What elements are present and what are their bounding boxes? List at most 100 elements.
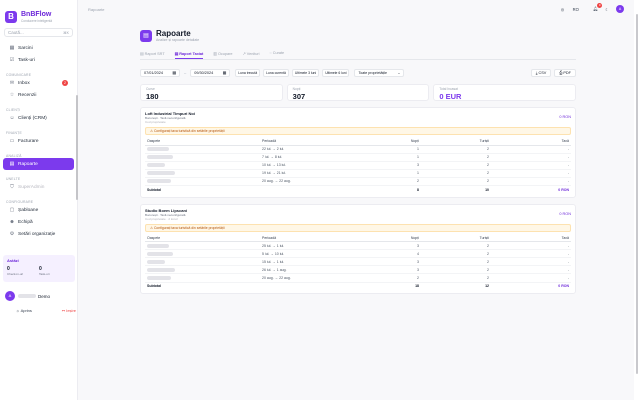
subtotal-label: Subtotal <box>147 187 161 192</box>
team-icon: ☻ <box>9 219 15 225</box>
sidebar-item-label: Sarcini <box>18 45 33 51</box>
search-placeholder: Caută... <box>8 30 24 35</box>
tax-cell: - <box>491 177 571 186</box>
logout-button[interactable]: ↦ Ieșire <box>62 308 76 313</box>
user-profile[interactable]: A Demo <box>5 291 50 301</box>
preset-chip[interactable]: Luna trecută <box>235 68 261 77</box>
brand[interactable]: B BnBFlow Conducere inteligentă <box>0 0 77 26</box>
export-csv-button[interactable]: ⤓ CSV <box>530 68 552 77</box>
sidebar-item-reviews[interactable]: ☆ Recenzii <box>3 89 74 101</box>
tourists-cell: 2 <box>421 241 491 251</box>
tab-ocupare[interactable]: ▥ Ocupare <box>213 51 232 59</box>
nights-cell: 1 <box>381 169 421 178</box>
sidebar-item-templates[interactable]: ▢ Șabloane <box>3 204 74 216</box>
guest-cell <box>145 265 260 275</box>
tourists-cell: 2 <box>421 273 491 283</box>
date-from-input[interactable]: 07/01/2024 ▦ <box>140 68 180 77</box>
tourists-cell: 10 <box>485 187 489 192</box>
guest-cell <box>145 241 260 251</box>
tax-cell: - <box>491 273 571 283</box>
property-card: Loft Industrial Timpuri Noi București · … <box>140 107 576 198</box>
inbox-badge: 2 <box>62 80 68 86</box>
column-header: Oaspete <box>145 138 260 146</box>
redacted-text <box>147 267 175 272</box>
date-to-input[interactable]: 09/30/2024 ▦ <box>190 68 231 77</box>
stat-label: Total încasat <box>439 87 458 91</box>
property-total: 0 RON <box>559 115 571 119</box>
sidebar-item-label: Facturare <box>18 138 39 144</box>
sidebar-item-org-settings[interactable]: ⚙ Setări organizație <box>3 228 74 240</box>
sidebar-item-label: Recenzii <box>18 92 37 98</box>
preset-chip[interactable]: Ultimele 6 luni <box>322 68 350 77</box>
tab-label: Raport SRT <box>144 52 165 56</box>
shield-icon: ⛉ <box>10 184 14 190</box>
theme-label: Aprins <box>20 308 32 313</box>
tax-table: Oaspete Perioadă Nopți Turiști Taxă 22 i… <box>145 138 571 194</box>
period-cell: 15 iul. → 1 iul. <box>260 257 381 267</box>
subtotal-row: Subtotal 8 10 0 RON <box>145 185 571 193</box>
language-selector[interactable]: ◎ RO <box>561 7 579 12</box>
notification-count: 9 <box>597 3 603 8</box>
tab-raport-srt[interactable]: ▤ Raport SRT <box>140 51 165 59</box>
empty-cell <box>260 185 381 193</box>
tax-cell: 0 RON <box>558 284 569 289</box>
page-scrollbar[interactable] <box>636 14 638 374</box>
template-icon: ▢ <box>9 207 15 213</box>
tax-cell: - <box>491 257 571 267</box>
today-activity-card: Astăzi 0 Check-in-uri 0 Task-uri <box>3 255 75 282</box>
app-tagline: Conducere inteligentă <box>21 18 53 23</box>
empty-cell <box>260 282 381 290</box>
tourists-cell: 2 <box>421 265 491 275</box>
guest-cell <box>145 145 260 154</box>
sidebar-item-invoices[interactable]: ▭ Facturare <box>3 135 74 147</box>
tab-venituri[interactable]: ↗ Venituri <box>243 51 260 59</box>
subtotal-row: Subtotal 18 12 0 RON <box>145 282 571 290</box>
sidebar-item-tasks[interactable]: ☑ Task-uri <box>3 54 74 66</box>
sidebar-item-team[interactable]: ☻ Echipă <box>3 216 74 228</box>
sidebar-item-crm[interactable]: ☺ Clienți (CRM) <box>3 112 74 124</box>
nights-cell: 3 <box>381 257 421 267</box>
sidebar-item-reports[interactable]: ▤ Rapoarte <box>3 158 74 170</box>
period-cell: 7 iul. → 8 iul. <box>260 153 381 162</box>
property-total: 0 RON <box>559 211 571 216</box>
tab-raport-taxiat[interactable]: ▤ Raport Taxiat <box>174 51 204 59</box>
tourists-cell: 2 <box>421 161 491 170</box>
redacted-text <box>147 259 165 264</box>
nights-cell: 1 <box>381 153 421 162</box>
notifications-button[interactable]: 🔔︎ 9 <box>586 3 603 12</box>
export-pdf-button[interactable]: ⎙ PDF <box>554 68 576 77</box>
nights-cell: 3 <box>381 161 421 170</box>
search-input[interactable]: Caută... ⌘K <box>4 28 73 37</box>
theme-toggle[interactable]: ☼ Aprins <box>16 308 32 313</box>
period-cell: 19 iul. → 21 iul. <box>260 169 381 178</box>
calendar-icon: ▦ <box>172 71 176 75</box>
property-select[interactable]: Toate proprietățile ⌄ <box>354 68 405 77</box>
grid-icon: ▦ <box>9 45 15 51</box>
sidebar-item-superadmin[interactable]: ⛉ SuperAdmin <box>3 181 74 193</box>
redacted-text <box>147 251 173 256</box>
inbox-icon: ✉ <box>9 80 15 86</box>
sidebar-item-sarcini[interactable]: ▦ Sarcini <box>3 42 74 54</box>
sidebar-item-label: Șabloane <box>18 207 39 213</box>
preset-chip[interactable]: Luna curentă <box>263 68 289 77</box>
avatar[interactable]: A <box>616 5 624 13</box>
property-cards: Loft Industrial Timpuri Noi București · … <box>140 107 576 295</box>
guest-cell <box>145 153 260 162</box>
sidebar: B BnBFlow Conducere inteligentă Caută...… <box>0 0 78 400</box>
tab-curate[interactable]: ◌ Curate <box>269 51 284 59</box>
period-cell: 10 iul. → 13 iul. <box>260 161 381 170</box>
stat-card: Nopți 307 <box>286 84 430 101</box>
table-row: 20 aug. → 22 aug. 2 2- <box>145 273 571 283</box>
nights-cell: 3 <box>381 265 421 275</box>
nights-cell: 2 <box>381 177 421 186</box>
column-header: Turiști <box>421 138 491 146</box>
preset-chip[interactable]: Ultimele 3 luni <box>291 68 320 77</box>
moon-icon[interactable]: ☾ <box>605 7 609 12</box>
warning-banner: ⚠ Configurați taxa turistică din setăril… <box>145 127 571 135</box>
tax-table: Oaspete Perioadă Nopți Turiști Taxă 25 i… <box>145 234 571 291</box>
topbar: Rapoarte ◎ RO 🔔︎ 9 ☾ A <box>78 0 634 18</box>
sidebar-item-inbox[interactable]: ✉ Inbox 2 <box>3 77 74 89</box>
column-header: Perioadă <box>260 234 381 243</box>
star-icon: ☆ <box>9 92 15 98</box>
sidebar-item-label: Task-uri <box>18 57 35 63</box>
